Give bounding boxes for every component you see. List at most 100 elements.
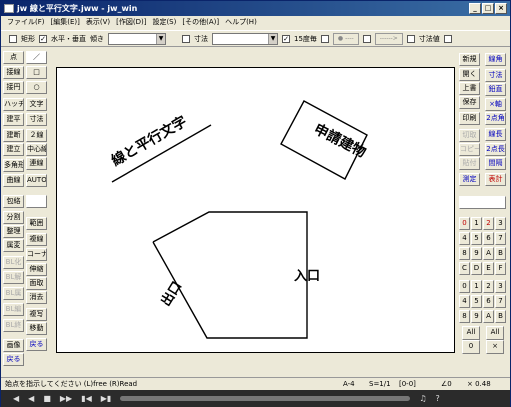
- tool-curve[interactable]: 曲線: [3, 174, 24, 187]
- layer-1[interactable]: 1: [471, 217, 482, 230]
- tool-centerline[interactable]: 中心線: [26, 143, 47, 156]
- group-4[interactable]: 4: [459, 295, 470, 308]
- tool-point[interactable]: 点: [3, 51, 24, 64]
- tool-print[interactable]: 印刷: [459, 112, 480, 125]
- hv-checkbox[interactable]: ✓: [39, 34, 47, 43]
- tool-corner[interactable]: コーナー: [26, 248, 47, 261]
- extra-checkbox[interactable]: [443, 34, 452, 43]
- zoom-value[interactable]: × 0.48: [467, 378, 491, 390]
- tool-interval[interactable]: 間隔: [485, 157, 506, 170]
- fast-forward-icon[interactable]: ▶▶: [60, 394, 72, 403]
- tool-new[interactable]: 新規: [459, 53, 480, 66]
- tool-overwrite[interactable]: 上書: [459, 82, 480, 95]
- tool-chamfer[interactable]: 面取: [26, 277, 47, 290]
- group-cross-button[interactable]: ×: [486, 340, 504, 354]
- prev-icon[interactable]: ▮◀: [81, 394, 92, 403]
- tool-copy-clip[interactable]: コピー: [459, 143, 480, 156]
- group-6[interactable]: 6: [483, 295, 494, 308]
- tilt-dropdown[interactable]: ▼: [108, 32, 166, 45]
- seek-bar[interactable]: [120, 396, 411, 401]
- group-3[interactable]: 3: [495, 280, 506, 293]
- tool-line[interactable]: ／: [26, 51, 47, 64]
- dim-value-checkbox[interactable]: [406, 34, 415, 43]
- tool-block-edit[interactable]: BL編: [3, 303, 24, 316]
- next-icon[interactable]: ▶▮: [101, 394, 112, 403]
- menu-other[interactable]: [その他(A)]: [182, 16, 219, 29]
- tool-dim-angle[interactable]: 寸法: [485, 69, 506, 82]
- group-1[interactable]: 1: [471, 280, 482, 293]
- tool-polygon[interactable]: 多角形: [3, 159, 24, 172]
- group-9[interactable]: 9: [471, 310, 482, 323]
- tool-auto[interactable]: AUTO: [26, 174, 47, 187]
- tool-attr-change[interactable]: 属変: [3, 239, 24, 252]
- undo-button[interactable]: 戻る: [26, 338, 47, 351]
- tool-image[interactable]: 画像: [3, 339, 24, 352]
- arrow-option[interactable]: ------>: [374, 32, 403, 45]
- menu-draw[interactable]: [作図(D)]: [116, 16, 146, 29]
- tool-offset[interactable]: 複線: [26, 233, 47, 246]
- tool-copy[interactable]: 複写: [26, 308, 47, 321]
- tool-x-axis[interactable]: ×軸: [485, 98, 506, 111]
- tool-rect[interactable]: □: [26, 66, 47, 79]
- tool-block-attr[interactable]: BL属: [3, 287, 24, 300]
- group-a[interactable]: A: [483, 310, 494, 323]
- undo-button-left[interactable]: 戻る: [3, 353, 24, 366]
- size-checkbox[interactable]: [182, 34, 190, 43]
- group-5[interactable]: 5: [471, 295, 482, 308]
- layer-2[interactable]: 2: [483, 217, 494, 230]
- tool-vertical[interactable]: 鉛直: [485, 83, 506, 96]
- menu-settings[interactable]: 設定(S): [152, 16, 176, 29]
- layer-5[interactable]: 5: [471, 232, 482, 245]
- layer-3[interactable]: 3: [495, 217, 506, 230]
- tool-stretch[interactable]: 伸縮: [26, 263, 47, 276]
- group-all-button[interactable]: All: [486, 326, 504, 340]
- group-2[interactable]: 2: [483, 280, 494, 293]
- size-dropdown[interactable]: ▼: [212, 32, 278, 45]
- stop-icon[interactable]: ■: [43, 394, 51, 403]
- menu-view[interactable]: 表示(V): [86, 16, 110, 29]
- layer-zero-button[interactable]: 0: [462, 340, 480, 354]
- tool-tangent-circle[interactable]: 接円: [3, 81, 24, 94]
- tool-circle[interactable]: ○: [26, 81, 47, 94]
- layer-c[interactable]: C: [459, 262, 470, 275]
- tool-blank[interactable]: [26, 195, 47, 208]
- tool-paste[interactable]: 貼付: [459, 157, 480, 170]
- tool-double-line[interactable]: ２線: [26, 129, 47, 142]
- layer-all-button[interactable]: All: [462, 326, 480, 340]
- close-button[interactable]: ×: [495, 3, 507, 14]
- drawing-canvas[interactable]: 線と平行文字 申請建物 入口 出口: [56, 67, 455, 353]
- menu-edit[interactable]: [編集(E)]: [51, 16, 80, 29]
- layer-e[interactable]: E: [483, 262, 494, 275]
- layer-a[interactable]: A: [483, 247, 494, 260]
- tool-tangent[interactable]: 接線: [3, 66, 24, 79]
- group-0[interactable]: 0: [459, 280, 470, 293]
- group-7[interactable]: 7: [495, 295, 506, 308]
- dot-checkbox[interactable]: [320, 34, 329, 43]
- tool-erase[interactable]: 消去: [26, 291, 47, 304]
- tool-move[interactable]: 移動: [26, 322, 47, 335]
- tool-hatch[interactable]: ハッチ: [3, 98, 24, 111]
- layer-f[interactable]: F: [495, 262, 506, 275]
- back-icon[interactable]: ◀: [28, 394, 34, 403]
- scale-value[interactable]: S=1/1: [369, 378, 391, 390]
- rect-checkbox[interactable]: [9, 34, 17, 43]
- tool-section[interactable]: 建断: [3, 129, 24, 142]
- paper-size[interactable]: A-4: [343, 378, 355, 390]
- menu-help[interactable]: ヘルプ(H): [225, 16, 257, 29]
- music-icon[interactable]: ♫: [419, 394, 426, 403]
- arrow-checkbox[interactable]: [362, 34, 371, 43]
- layer-field[interactable]: [459, 196, 506, 209]
- tool-block-end[interactable]: BL終: [3, 319, 24, 332]
- angle-value[interactable]: ∠0: [441, 378, 452, 390]
- tool-dimension[interactable]: 寸法: [26, 113, 47, 126]
- tool-2pt-angle[interactable]: 2点角: [485, 112, 506, 125]
- tool-connect[interactable]: 連線: [26, 157, 47, 170]
- layer-6[interactable]: 6: [483, 232, 494, 245]
- tool-2pt-length[interactable]: 2点長: [485, 143, 506, 156]
- tool-open[interactable]: 開く: [459, 68, 480, 81]
- layer-d[interactable]: D: [471, 262, 482, 275]
- tool-line-length[interactable]: 線長: [485, 128, 506, 141]
- tool-measure[interactable]: 測定: [459, 173, 480, 186]
- rewind-icon[interactable]: ◀: [13, 394, 19, 403]
- tool-block-release[interactable]: BL解: [3, 271, 24, 284]
